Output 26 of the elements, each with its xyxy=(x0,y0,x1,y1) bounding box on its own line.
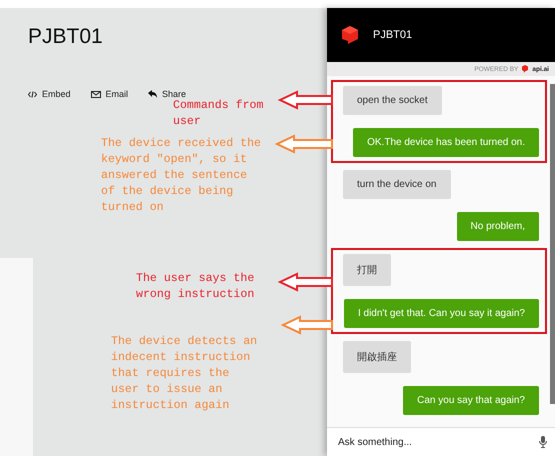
reply-icon xyxy=(148,90,158,98)
scrollbar[interactable] xyxy=(550,84,555,404)
embed-link[interactable]: Embed xyxy=(28,89,71,99)
user-message: 打開 xyxy=(343,254,391,286)
bot-reply: OK.The device has been turned on. xyxy=(353,128,539,157)
user-message: 開啟插座 xyxy=(343,341,411,373)
mail-icon xyxy=(90,90,101,98)
bot-reply: I didn't get that. Can you say it again? xyxy=(344,299,539,328)
user-message: open the socket xyxy=(343,86,442,115)
annotation-text: The user says the wrong instruction xyxy=(136,271,256,303)
annotation-text: The device detects an indecent instruction that requires the user to issue an instruction again xyxy=(111,334,258,414)
chat-input-bar[interactable]: Ask something... xyxy=(327,427,555,456)
chat-title: PJBT01 xyxy=(373,29,412,41)
email-link[interactable]: Email xyxy=(90,89,128,99)
annotation-text: The device received the keyword "open", so it answered the sentence of the device being turned on xyxy=(101,136,262,216)
microphone-icon[interactable] xyxy=(539,436,547,448)
page-title: PJBT01 xyxy=(28,25,104,49)
user-message: turn the device on xyxy=(343,170,450,199)
brand-logo-icon xyxy=(522,65,528,73)
message-input[interactable]: Ask something... xyxy=(336,436,539,448)
code-icon xyxy=(28,90,37,98)
bot-reply: Can you say that again? xyxy=(403,386,539,415)
annotation-text: Commands from user xyxy=(173,98,264,130)
bot-reply: No problem, xyxy=(456,212,539,241)
share-link[interactable]: Share xyxy=(148,89,186,99)
cube-logo-icon xyxy=(342,26,358,44)
